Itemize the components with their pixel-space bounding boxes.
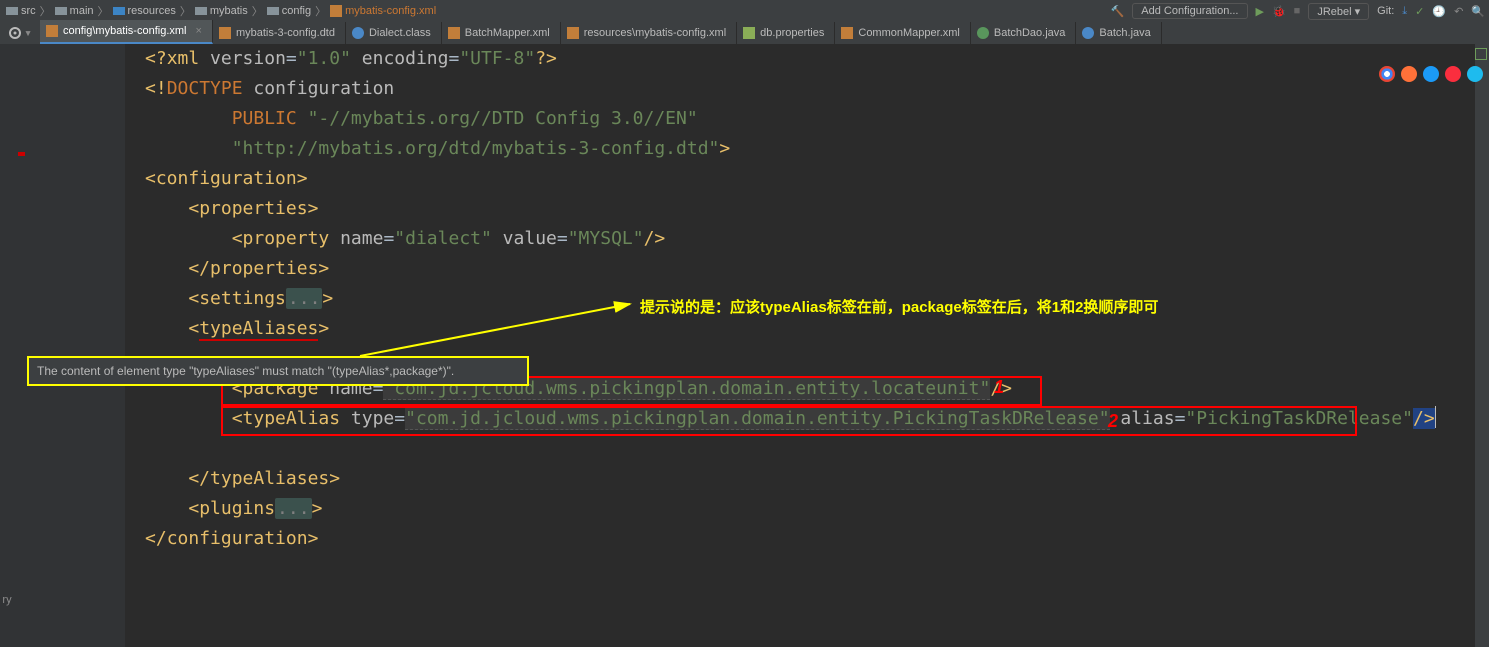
breadcrumb-item[interactable]: config — [267, 5, 311, 17]
code-line: <?xml version="1.0" encoding="UTF-8"?> — [125, 44, 1475, 74]
breadcrumb-item[interactable]: src — [6, 5, 36, 17]
error-tooltip: The content of element type "typeAliases… — [27, 356, 529, 386]
git-label: Git: — [1377, 5, 1394, 17]
code-line: <properties> — [125, 194, 1475, 224]
tab-mybatis-3-config-dtd[interactable]: mybatis-3-config.dtd — [213, 22, 346, 44]
tab-commonmapper-xml[interactable]: CommonMapper.xml — [835, 22, 970, 44]
annotation-number-2: 2 — [1108, 411, 1118, 432]
tab-batch-java[interactable]: Batch.java — [1076, 22, 1161, 44]
annotation-text: 提示说的是：应该typeAlias标签在前，package标签在后，将1和2换顺… — [640, 296, 1158, 317]
jrebel-button[interactable]: JRebel ▾ — [1308, 3, 1369, 20]
chevron-right-icon: 〉 — [98, 3, 109, 19]
breadcrumb-bar: src 〉 main 〉 resources 〉 mybatis 〉 config 〉 m… — [0, 0, 1489, 23]
chevron-right-icon: 〉 — [180, 3, 191, 19]
class-file-icon — [352, 27, 364, 39]
code-line: <typeAliases> — [125, 314, 1475, 344]
tab-resources-mybatis-config[interactable]: resources\mybatis-config.xml — [561, 22, 737, 44]
folder-icon — [55, 5, 67, 17]
code-line: "http://mybatis.org/dtd/mybatis-3-config… — [125, 134, 1475, 164]
code-line: <plugins...> — [125, 494, 1475, 524]
code-line: <configuration> — [125, 164, 1475, 194]
git-revert-icon[interactable]: ↶ — [1454, 5, 1463, 18]
close-icon[interactable]: × — [196, 25, 202, 37]
code-line: </configuration> — [125, 524, 1475, 554]
breadcrumb-item[interactable]: mybatis — [195, 5, 248, 17]
code-line: </typeAliases> — [125, 464, 1475, 494]
toolbar-right: 🔨 Add Configuration... ▶ 🐞 ■ JRebel ▾ Gi… — [1111, 0, 1485, 22]
code-line: <property name="dialect" value="MYSQL"/> — [125, 224, 1475, 254]
annotation-number-1: 1 — [994, 377, 1004, 398]
line-number-gutter[interactable]: 1 2 3 4 5 6 7 8 9 18 21 22 23 24 45 ▶ — [70, 44, 126, 647]
error-strip — [18, 44, 25, 647]
chevron-right-icon: 〉 — [40, 3, 51, 19]
tab-dialect-class[interactable]: Dialect.class — [346, 22, 442, 44]
code-line: </properties> — [125, 254, 1475, 284]
dtd-file-icon — [219, 27, 231, 39]
git-history-icon[interactable]: 🕘 — [1432, 5, 1446, 18]
tab-db-properties[interactable]: db.properties — [737, 22, 835, 44]
code-line-blank — [125, 434, 1475, 464]
properties-file-icon — [743, 27, 755, 39]
ie-icon[interactable] — [1467, 66, 1483, 82]
breadcrumb-item[interactable]: mybatis-config.xml — [330, 5, 436, 17]
git-commit-icon[interactable]: ✓ — [1415, 5, 1424, 18]
editor-tabs: config\mybatis-config.xml× mybatis-3-con… — [40, 22, 1489, 44]
chevron-right-icon: 〉 — [252, 3, 263, 19]
code-editor[interactable]: <?xml version="1.0" encoding="UTF-8"?> <… — [125, 44, 1475, 647]
minimap[interactable] — [1474, 44, 1489, 647]
chevron-down-icon[interactable]: ▾ — [24, 26, 32, 41]
safari-icon[interactable] — [1423, 66, 1439, 82]
breadcrumb-item[interactable]: resources — [113, 5, 176, 17]
tool-window-label[interactable]: ry — [0, 594, 14, 606]
tab-gear-strip: ▾ — [0, 22, 40, 44]
build-icon[interactable]: 🔨 — [1111, 5, 1125, 18]
chrome-icon[interactable] — [1379, 66, 1395, 82]
xml-file-icon — [841, 27, 853, 39]
gutter-left — [0, 44, 56, 647]
java-file-icon — [977, 27, 989, 39]
debug-icon[interactable]: 🐞 — [1272, 5, 1286, 18]
xml-file-icon — [46, 25, 58, 37]
firefox-icon[interactable] — [1401, 66, 1417, 82]
folder-icon — [6, 5, 18, 17]
breadcrumb-item[interactable]: main — [55, 5, 94, 17]
error-mark — [18, 152, 25, 156]
xml-file-icon — [448, 27, 460, 39]
run-icon[interactable]: ▶ — [1256, 5, 1264, 18]
browser-icons — [1379, 66, 1483, 82]
tab-batchdao-java[interactable]: BatchDao.java — [971, 22, 1077, 44]
chevron-right-icon: 〉 — [315, 3, 326, 19]
add-configuration-button[interactable]: Add Configuration... — [1132, 3, 1247, 19]
stop-icon[interactable]: ■ — [1294, 5, 1301, 17]
git-update-icon[interactable]: ⤓ — [1402, 5, 1407, 18]
tab-batchmapper-xml[interactable]: BatchMapper.xml — [442, 22, 561, 44]
gear-icon[interactable] — [8, 26, 22, 40]
inspection-status-icon — [1475, 48, 1487, 60]
xml-file-icon — [567, 27, 579, 39]
folder-icon — [113, 5, 125, 17]
text-caret — [1435, 406, 1436, 428]
folder-icon — [267, 5, 279, 17]
tab-mybatis-config[interactable]: config\mybatis-config.xml× — [40, 20, 213, 44]
xml-file-icon — [330, 5, 342, 17]
code-line: <!DOCTYPE configuration — [125, 74, 1475, 104]
code-line: PUBLIC "-//mybatis.org//DTD Config 3.0//… — [125, 104, 1475, 134]
folder-icon — [195, 5, 207, 17]
annotation-gutter — [55, 44, 71, 647]
opera-icon[interactable] — [1445, 66, 1461, 82]
java-file-icon — [1082, 27, 1094, 39]
search-icon[interactable]: 🔍 — [1471, 5, 1485, 18]
annotation-box-2 — [221, 406, 1357, 436]
